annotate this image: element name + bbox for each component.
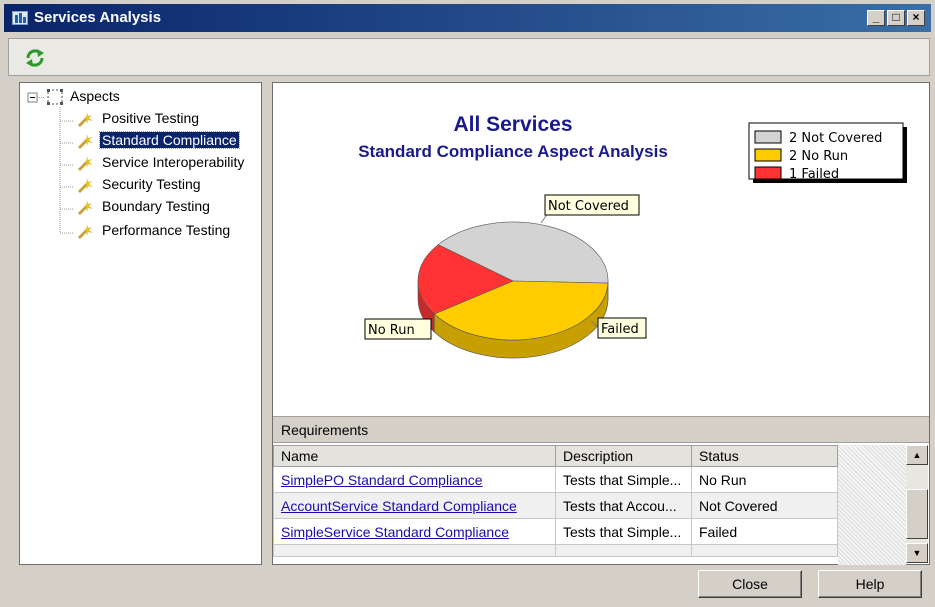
column-header-name[interactable]: Name	[273, 445, 556, 467]
services-analysis-window: Services Analysis _ □ × Aspects Positive…	[0, 0, 935, 607]
tree-item-performance-testing[interactable]: Performance Testing	[100, 222, 232, 241]
requirement-link[interactable]: SimpleService Standard Compliance	[281, 524, 509, 540]
requirements-panel: Requirements Name Description Status Sim…	[273, 416, 929, 565]
pie-slices	[417, 221, 609, 341]
minimize-button[interactable]: _	[867, 10, 885, 26]
title-bar[interactable]: Services Analysis _ □ ×	[4, 4, 931, 32]
tree-item-label: Standard Compliance	[99, 131, 240, 149]
status-cell: Failed	[691, 518, 838, 545]
aspect-icon	[78, 134, 93, 149]
chart-subtitle: Standard Compliance Aspect Analysis	[358, 142, 668, 161]
close-window-button[interactable]: ×	[907, 10, 925, 26]
legend-entry: 2 Not Covered	[789, 131, 882, 146]
aspect-icon	[78, 112, 93, 127]
legend-swatch	[754, 130, 782, 144]
tree-item-boundary-testing[interactable]: Boundary Testing	[100, 198, 212, 217]
refresh-icon[interactable]	[23, 47, 47, 69]
table-empty-area	[838, 445, 906, 565]
tree-item-label: Security Testing	[102, 176, 201, 192]
status-cell: No Run	[691, 466, 838, 493]
maximize-button[interactable]: □	[887, 10, 905, 26]
tree-item-standard-compliance[interactable]: Standard Compliance	[99, 131, 240, 151]
tree-root-aspects[interactable]: Aspects	[68, 88, 122, 107]
chart-legend: 2 Not Covered 2 No Run 1 Failed	[748, 122, 907, 183]
toolbar	[8, 38, 930, 76]
tree-item-positive-testing[interactable]: Positive Testing	[100, 110, 201, 129]
scroll-down-icon[interactable]: ▼	[906, 543, 928, 563]
legend-swatch	[754, 166, 782, 180]
description-cell: Tests that Simple...	[555, 466, 692, 493]
legend-entry: 2 No Run	[789, 149, 848, 164]
app-icon	[12, 11, 28, 25]
requirements-table: Name Description Status SimplePO Standar…	[273, 445, 838, 557]
callout-no-run: No Run	[368, 323, 415, 338]
requirement-link[interactable]: AccountService Standard Compliance	[281, 498, 517, 514]
table-row[interactable]: SimpleService Standard Compliance Tests …	[273, 518, 838, 545]
column-header-status[interactable]: Status	[691, 445, 838, 467]
scroll-up-icon[interactable]: ▲	[906, 445, 928, 465]
legend-entry: 1 Failed	[789, 167, 839, 182]
legend-swatch	[754, 148, 782, 162]
aspects-folder-icon	[47, 89, 63, 105]
description-cell: Tests that Accou...	[555, 492, 692, 519]
callout-not-covered: Not Covered	[548, 199, 629, 214]
aspect-icon	[78, 178, 93, 193]
tree-item-service-interoperability[interactable]: Service Interoperability	[100, 154, 246, 173]
table-row[interactable]: SimplePO Standard Compliance Tests that …	[273, 466, 838, 493]
requirement-link[interactable]: SimplePO Standard Compliance	[281, 472, 483, 488]
help-button[interactable]: Help	[818, 570, 922, 598]
tree-item-label: Boundary Testing	[102, 198, 210, 214]
tree-item-label: Performance Testing	[102, 222, 231, 238]
pie-chart: All Services Standard Compliance Aspect …	[358, 113, 907, 359]
table-row[interactable]: AccountService Standard Compliance Tests…	[273, 492, 838, 519]
status-cell: Not Covered	[691, 492, 838, 519]
callout-failed: Failed	[601, 322, 639, 337]
aspects-tree[interactable]: Aspects Positive Testing Standard Compli…	[19, 82, 262, 565]
description-cell: Tests that Simple...	[555, 518, 692, 545]
vertical-scrollbar[interactable]: ▲ ▼	[906, 445, 928, 563]
scroll-thumb[interactable]	[906, 489, 928, 539]
tree-item-label: Positive Testing	[102, 110, 200, 126]
analysis-panel: All Services Standard Compliance Aspect …	[272, 82, 930, 565]
close-button[interactable]: Close	[698, 570, 802, 598]
table-row-empty	[273, 544, 838, 557]
aspect-icon	[78, 156, 93, 171]
tree-item-security-testing[interactable]: Security Testing	[100, 176, 203, 195]
chart-title: All Services	[453, 113, 572, 136]
requirements-header: Requirements	[273, 417, 929, 443]
aspect-icon	[78, 200, 93, 215]
aspect-icon	[78, 224, 93, 239]
column-header-description[interactable]: Description	[555, 445, 692, 467]
tree-item-label: Service Interoperability	[102, 154, 245, 170]
window-title: Services Analysis	[34, 9, 162, 26]
tree-root-label: Aspects	[70, 88, 120, 104]
